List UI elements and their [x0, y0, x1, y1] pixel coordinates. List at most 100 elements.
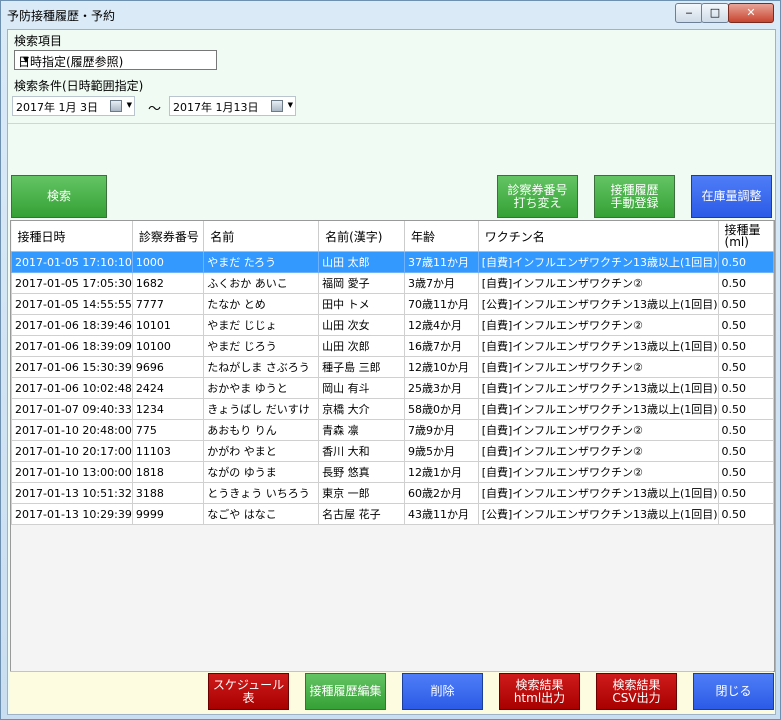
- manual-registration-button[interactable]: 接種履歴 手動登録: [594, 175, 675, 218]
- table-cell: 田中 トメ: [318, 293, 405, 315]
- table-cell: 0.50: [717, 419, 774, 441]
- title-bar[interactable]: 予防接種履歴・予約 ‒ □ ✕: [1, 1, 780, 29]
- table-row[interactable]: 2017-01-06 15:30:39 9696 たねがしま さぶろう 種子島 三郎 1…: [11, 356, 774, 378]
- table-cell: [自費]インフルエンザワクチン②: [477, 314, 719, 336]
- date-from-picker[interactable]: 2017年 1月 3日 ▼: [12, 96, 135, 116]
- table-cell: 12歳10か月: [403, 356, 479, 378]
- table-cell: あおもり りん: [203, 419, 320, 441]
- table-row[interactable]: 2017-01-13 10:29:39 9999 なごや はなこ 名古屋 花子 43歳1…: [11, 503, 774, 525]
- table-row[interactable]: 2017-01-10 13:00:00 1818 ながの ゆうま 長野 悠真 12歳1か…: [11, 461, 774, 483]
- app-window: 予防接種履歴・予約 ‒ □ ✕ 検索項目 日時指定(履歴参照) ▼ 検索条件(日…: [0, 0, 781, 720]
- table-cell: ながの ゆうま: [203, 461, 320, 483]
- table-cell: [自費]インフルエンザワクチン②: [477, 419, 719, 441]
- table-cell: 1818: [131, 461, 205, 483]
- table-cell: 0.50: [717, 398, 774, 420]
- calendar-icon[interactable]: [110, 100, 122, 112]
- search-button[interactable]: 検索: [11, 175, 107, 218]
- table-row[interactable]: 2017-01-05 17:05:30 1682 ふくおか あいこ 福岡 愛子 3歳7か…: [11, 272, 774, 294]
- table-cell: 岡山 有斗: [318, 377, 405, 399]
- maximize-button[interactable]: □: [701, 3, 729, 23]
- table-cell: とうきょう いちろう: [203, 482, 320, 504]
- table-cell: 9999: [131, 503, 205, 525]
- column-header[interactable]: 診察券番号: [132, 221, 205, 252]
- csv-export-button[interactable]: 検索結果 CSV出力: [596, 673, 677, 710]
- close-button[interactable]: 閉じる: [693, 673, 774, 710]
- table-row[interactable]: 2017-01-06 18:39:46 10101 やまだ じじょ 山田 次女 12歳4…: [11, 314, 774, 336]
- table-cell: 1234: [131, 398, 205, 420]
- column-header[interactable]: 接種日時: [11, 221, 133, 252]
- history-table[interactable]: 接種日時 診察券番号 名前 名前(漢字) 年齢 ワクチン名 接種量 (ml) 2017-01…: [10, 220, 775, 672]
- table-cell: 0.50: [717, 335, 774, 357]
- table-cell: 2017-01-06 15:30:39: [11, 356, 133, 378]
- table-cell: 10101: [131, 314, 205, 336]
- table-cell: 福岡 愛子: [318, 272, 405, 294]
- table-row[interactable]: 2017-01-05 14:55:55 7777 たなか とめ 田中 トメ 70歳11か…: [11, 293, 774, 315]
- calendar-icon[interactable]: [271, 100, 283, 112]
- date-to-picker[interactable]: 2017年 1月13日 ▼: [169, 96, 296, 116]
- table-row[interactable]: 2017-01-07 09:40:33 1234 きょうばし だいすけ 京橋 大介 58…: [11, 398, 774, 420]
- table-cell: 名古屋 花子: [318, 503, 405, 525]
- table-cell: 0.50: [717, 272, 774, 294]
- table-cell: 0.50: [717, 503, 774, 525]
- divider: [8, 123, 775, 124]
- table-cell: 0.50: [717, 482, 774, 504]
- reissue-card-number-button[interactable]: 診察券番号 打ち変え: [497, 175, 578, 218]
- table-cell: 2017-01-10 20:17:00: [11, 440, 133, 462]
- table-cell: 58歳0か月: [403, 398, 479, 420]
- table-cell: 0.50: [717, 314, 774, 336]
- table-cell: 山田 次女: [318, 314, 405, 336]
- client-area: 検索項目 日時指定(履歴参照) ▼ 検索条件(日時範囲指定) 2017年 1月 …: [7, 29, 776, 715]
- table-cell: やまだ たろう: [203, 251, 320, 273]
- chevron-down-icon: ▼: [126, 101, 132, 109]
- table-cell: 京橋 大介: [318, 398, 405, 420]
- table-cell: 1682: [131, 272, 205, 294]
- table-row[interactable]: 2017-01-10 20:17:00 11103 かがわ やまと 香川 大和 9歳5か…: [11, 440, 774, 462]
- table-row[interactable]: 2017-01-13 10:51:32 3188 とうきょう いちろう 東京 一郎 60…: [11, 482, 774, 504]
- table-cell: 香川 大和: [318, 440, 405, 462]
- close-window-button[interactable]: ✕: [728, 3, 774, 23]
- table-cell: 7777: [131, 293, 205, 315]
- table-cell: 2017-01-07 09:40:33: [11, 398, 133, 420]
- table-cell: 2017-01-05 17:10:10: [11, 251, 133, 273]
- table-cell: きょうばし だいすけ: [203, 398, 320, 420]
- table-cell: [自費]インフルエンザワクチン②: [477, 272, 719, 294]
- table-cell: 2017-01-05 14:55:55: [11, 293, 133, 315]
- table-cell: 山田 太郎: [318, 251, 405, 273]
- table-cell: かがわ やまと: [203, 440, 320, 462]
- table-cell: 0.50: [717, 377, 774, 399]
- date-to-value: 2017年 1月13日: [173, 101, 259, 114]
- table-cell: [自費]インフルエンザワクチン②: [477, 461, 719, 483]
- table-cell: 3歳7か月: [403, 272, 479, 294]
- column-header[interactable]: 名前(漢字): [318, 221, 405, 252]
- schedule-button[interactable]: スケジュール表: [208, 673, 289, 710]
- table-cell: 0.50: [717, 461, 774, 483]
- table-cell: やまだ じじょ: [203, 314, 320, 336]
- table-cell: 青森 凛: [318, 419, 405, 441]
- table-cell: 0.50: [717, 440, 774, 462]
- table-cell: [公費]インフルエンザワクチン13歳以上(1回目): [477, 503, 719, 525]
- table-row[interactable]: 2017-01-06 10:02:48 2424 おかやま ゆうと 岡山 有斗 25歳3…: [11, 377, 774, 399]
- table-row[interactable]: 2017-01-06 18:39:09 10100 やまだ じろう 山田 次郎 16歳7…: [11, 335, 774, 357]
- edit-history-button[interactable]: 接種履歴編集: [305, 673, 386, 710]
- delete-button[interactable]: 削除: [402, 673, 483, 710]
- table-cell: 2017-01-05 17:05:30: [11, 272, 133, 294]
- column-header[interactable]: 接種量 (ml): [718, 221, 774, 252]
- window-title: 予防接種履歴・予約: [7, 9, 116, 23]
- html-export-button[interactable]: 検索結果 html出力: [499, 673, 580, 710]
- chevron-down-icon: ▼: [22, 55, 30, 64]
- table-cell: [自費]インフルエンザワクチン②: [477, 440, 719, 462]
- table-cell: たねがしま さぶろう: [203, 356, 320, 378]
- minimize-button[interactable]: ‒: [675, 3, 703, 23]
- search-item-select[interactable]: 日時指定(履歴参照) ▼: [14, 50, 217, 70]
- stock-adjust-button[interactable]: 在庫量調整: [691, 175, 772, 218]
- column-header[interactable]: 名前: [203, 221, 320, 252]
- table-row[interactable]: 2017-01-10 20:48:00 775 あおもり りん 青森 凛 7歳9か月 [自…: [11, 419, 774, 441]
- table-row[interactable]: 2017-01-05 17:10:10 1000 やまだ たろう 山田 太郎 37歳11…: [11, 251, 774, 273]
- table-cell: [公費]インフルエンザワクチン13歳以上(1回目): [477, 293, 719, 315]
- table-cell: 山田 次郎: [318, 335, 405, 357]
- column-header[interactable]: 年齢: [404, 221, 479, 252]
- search-condition-label: 検索条件(日時範囲指定): [14, 79, 144, 93]
- table-cell: 0.50: [717, 293, 774, 315]
- table-cell: 7歳9か月: [403, 419, 479, 441]
- column-header[interactable]: ワクチン名: [478, 221, 719, 252]
